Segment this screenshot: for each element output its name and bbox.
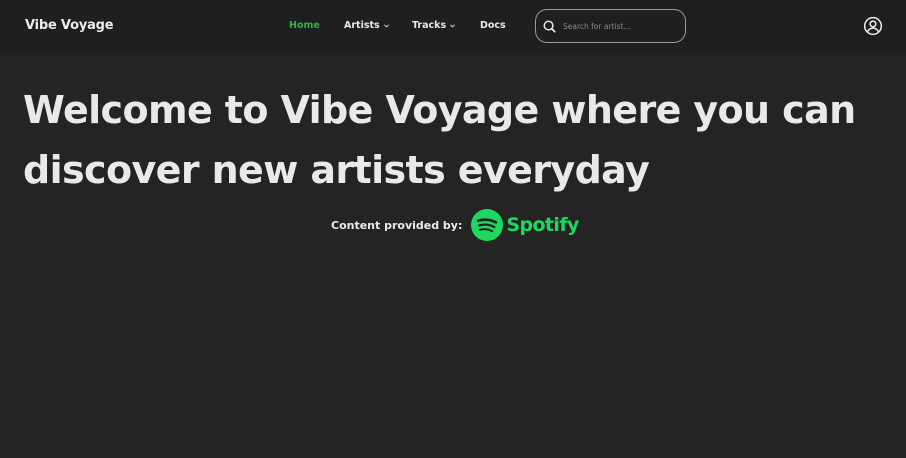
spotify-logo[interactable]: Spotify xyxy=(471,209,579,241)
search-icon[interactable] xyxy=(542,19,557,34)
spotify-icon xyxy=(471,209,504,241)
chevron-down-icon xyxy=(383,22,390,29)
spotify-wordmark: Spotify xyxy=(506,214,579,236)
nav-tracks-label: Tracks xyxy=(412,20,447,31)
top-navbar: Vibe Voyage Home Artists Tracks Docs xyxy=(0,0,906,53)
search-box xyxy=(535,9,686,43)
provided-by-label: Content provided by: xyxy=(331,218,463,232)
user-circle-icon[interactable] xyxy=(863,16,883,36)
chevron-down-icon xyxy=(449,22,456,29)
nav-home[interactable]: Home xyxy=(289,20,320,31)
search-input[interactable] xyxy=(563,17,681,35)
nav-tracks[interactable]: Tracks xyxy=(412,20,456,31)
nav-docs-label: Docs xyxy=(480,20,506,31)
nav-docs[interactable]: Docs xyxy=(480,20,506,31)
content-provider: Content provided by: Spotify xyxy=(331,209,579,241)
page-title: Welcome to Vibe Voyage where you can dis… xyxy=(23,88,856,192)
nav-home-label: Home xyxy=(289,20,320,31)
nav-artists[interactable]: Artists xyxy=(344,20,390,31)
brand-logo[interactable]: Vibe Voyage xyxy=(25,18,114,33)
nav-artists-label: Artists xyxy=(344,20,380,31)
